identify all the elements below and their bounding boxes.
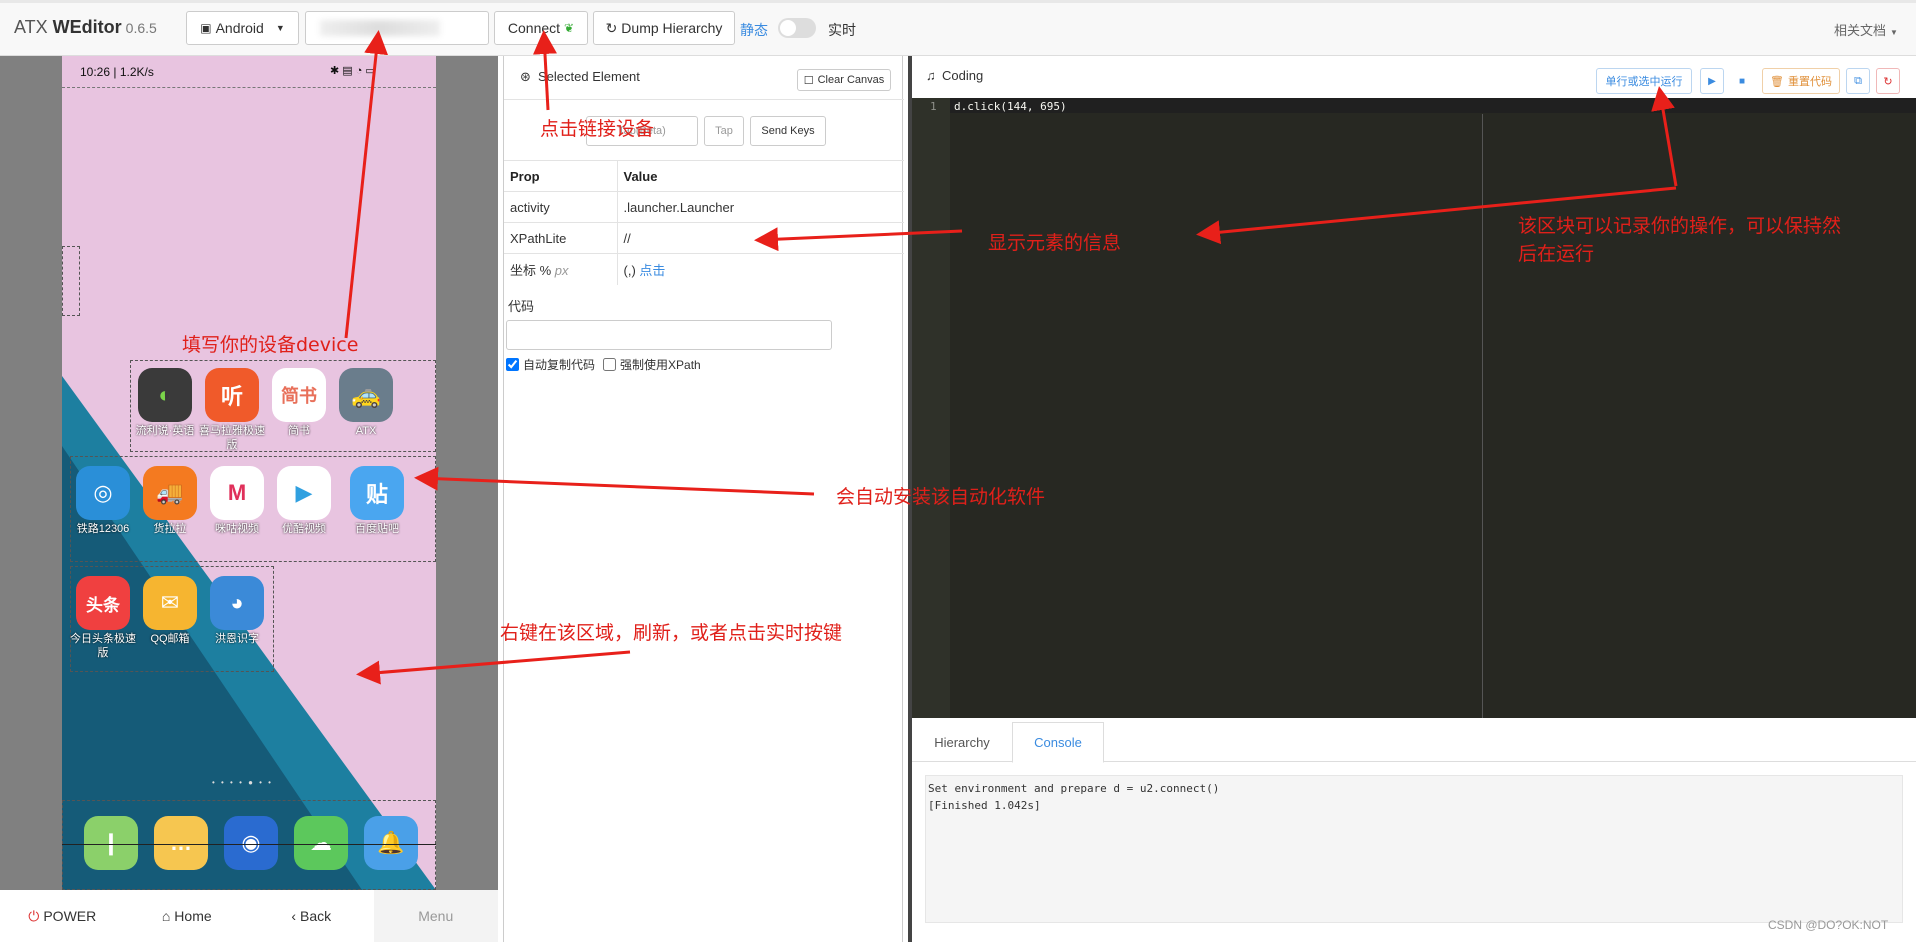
annotation-coding: 该区块可以记录你的操作，可以保持然 后在运行 xyxy=(1518,212,1841,268)
annotation-atx: 会自动安装该自动化软件 xyxy=(836,486,1046,508)
annotation-coding-l2: 后在运行 xyxy=(1518,243,1595,265)
annotation-connect: 点击链接设备 xyxy=(540,118,655,140)
annotation-arrows xyxy=(344,30,1678,685)
arrow-device xyxy=(344,30,389,339)
arrow-atx xyxy=(414,466,815,496)
arrow-refresh xyxy=(356,650,631,685)
arrow-run xyxy=(1651,86,1678,187)
annotation-coding-l1: 该区块可以记录你的操作，可以保持然 xyxy=(1518,215,1842,237)
arrow-element-info xyxy=(754,227,963,252)
annotation-device: 填写你的设备device xyxy=(182,334,359,356)
weditor-page: ATX WEditor 0.6.5 ▣ Android ▼ Connect ❦ ↻ Dum… xyxy=(0,0,1916,942)
annotation-refresh: 右键在该区域，刷新，或者点击实时按键 xyxy=(500,622,843,644)
annotation-element-info: 显示元素的信息 xyxy=(988,232,1122,254)
arrow-connect xyxy=(532,30,557,111)
